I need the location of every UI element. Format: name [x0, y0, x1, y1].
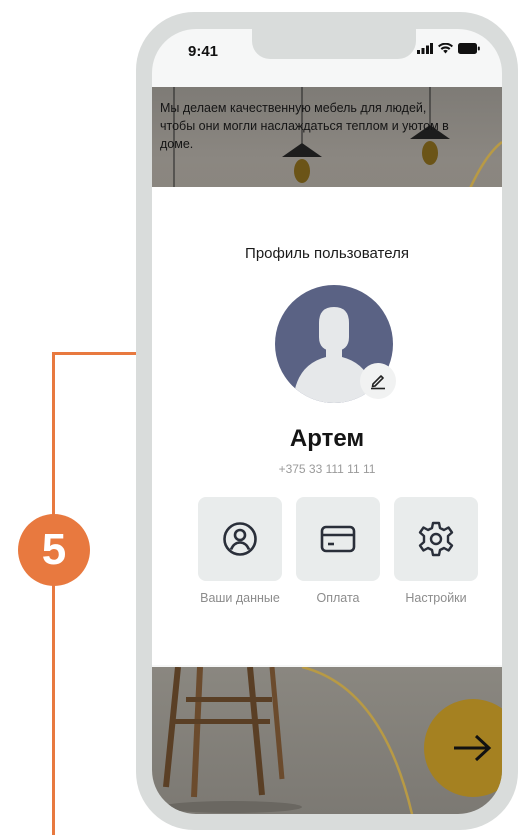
credit-card-icon	[320, 525, 356, 553]
callout-line-horizontal	[52, 352, 138, 355]
settings-label: Настройки	[405, 591, 467, 605]
status-time: 9:41	[188, 43, 219, 60]
payment-button[interactable]	[296, 497, 380, 581]
user-phone: +375 33 111 11 11	[278, 462, 376, 476]
payment-label: Оплата	[316, 591, 360, 605]
your-data-button[interactable]	[198, 497, 282, 581]
battery-icon	[458, 43, 480, 54]
user-name: Артем	[289, 425, 365, 452]
arrow-right-icon	[454, 734, 492, 762]
phone-notch	[252, 29, 416, 59]
phone-frame: 9:41 Мы делаем качественную мебель для л…	[136, 12, 518, 830]
phone-screen: 9:41 Мы делаем качественную мебель для л…	[152, 29, 502, 814]
profile-card: Профиль пользователя Артем +375 33 111 1…	[152, 187, 502, 665]
step-number: 5	[41, 525, 67, 574]
pencil-icon	[371, 375, 385, 390]
hero-text: Мы делаем качественную мебель для людей,…	[160, 101, 449, 151]
status-icons	[417, 43, 480, 54]
user-circle-icon	[223, 522, 257, 556]
gear-icon	[418, 521, 454, 557]
wifi-icon	[438, 43, 453, 54]
settings-button[interactable]	[394, 497, 478, 581]
page-title: Профиль пользователя	[245, 245, 409, 262]
your-data-label: Ваши данные	[200, 591, 280, 605]
signal-icon	[417, 43, 433, 54]
callout-line-vertical	[52, 352, 55, 835]
edit-avatar-button[interactable]	[360, 363, 396, 399]
step-badge: 5	[18, 514, 90, 586]
